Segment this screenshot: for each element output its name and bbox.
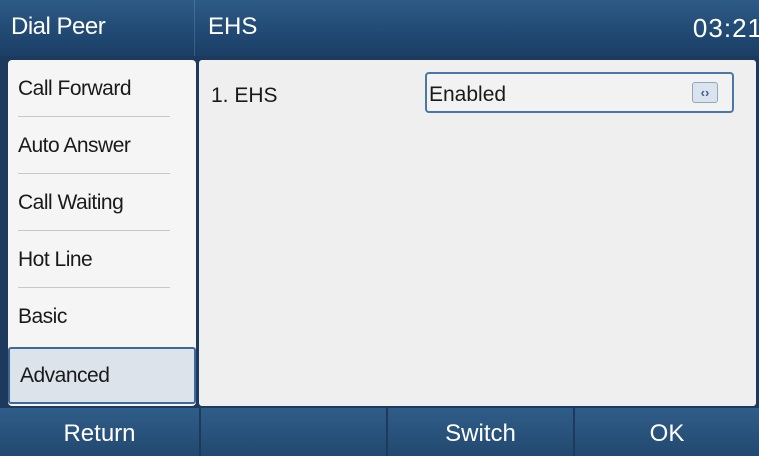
title-bar: Dial Peer EHS 03:21 <box>0 0 759 56</box>
ok-button[interactable]: OK <box>575 408 759 456</box>
setting-row-ehs: 1. EHS Enabled ‹› <box>199 60 756 128</box>
sidebar-item-label: Basic <box>18 305 67 328</box>
sidebar-item-label: Call Forward <box>18 77 132 100</box>
select-value: Enabled <box>429 83 507 106</box>
page-title: EHS <box>208 13 258 40</box>
sidebar-item-label: Auto Answer <box>18 134 131 157</box>
ehs-select[interactable]: Enabled ‹› <box>425 72 734 113</box>
softkey-empty[interactable] <box>201 408 386 456</box>
phone-screen: Dial Peer EHS 03:21 Call Forward Auto An… <box>0 0 759 456</box>
sidebar-item-basic[interactable]: Basic <box>8 288 196 345</box>
softkey-bar: Return Switch OK <box>0 408 759 456</box>
header-divider <box>194 0 195 56</box>
return-button[interactable]: Return <box>0 408 199 456</box>
sidebar-item-auto-answer[interactable]: Auto Answer <box>8 117 196 174</box>
sidebar-item-label: Advanced <box>20 364 110 387</box>
clock: 03:21 <box>692 13 759 43</box>
sidebar-item-label: Call Waiting <box>18 191 124 214</box>
settings-panel: 1. EHS Enabled ‹› <box>199 56 759 408</box>
sidebar-item-call-waiting[interactable]: Call Waiting <box>8 174 196 231</box>
left-right-arrows-icon[interactable]: ‹› <box>692 82 718 103</box>
sidebar-item-hot-line[interactable]: Hot Line <box>8 231 196 288</box>
setting-label: 1. EHS <box>211 84 278 107</box>
sidebar-list: Call Forward Auto Answer Call Waiting Ho… <box>8 60 196 406</box>
menu-title: Dial Peer <box>11 13 106 40</box>
sidebar-item-label: Hot Line <box>18 248 93 271</box>
sidebar-item-advanced[interactable]: Advanced <box>8 347 196 404</box>
settings-list: 1. EHS Enabled ‹› <box>199 60 756 406</box>
switch-button[interactable]: Switch <box>388 408 573 456</box>
sidebar: Call Forward Auto Answer Call Waiting Ho… <box>0 56 199 408</box>
sidebar-item-call-forward[interactable]: Call Forward <box>8 60 196 117</box>
